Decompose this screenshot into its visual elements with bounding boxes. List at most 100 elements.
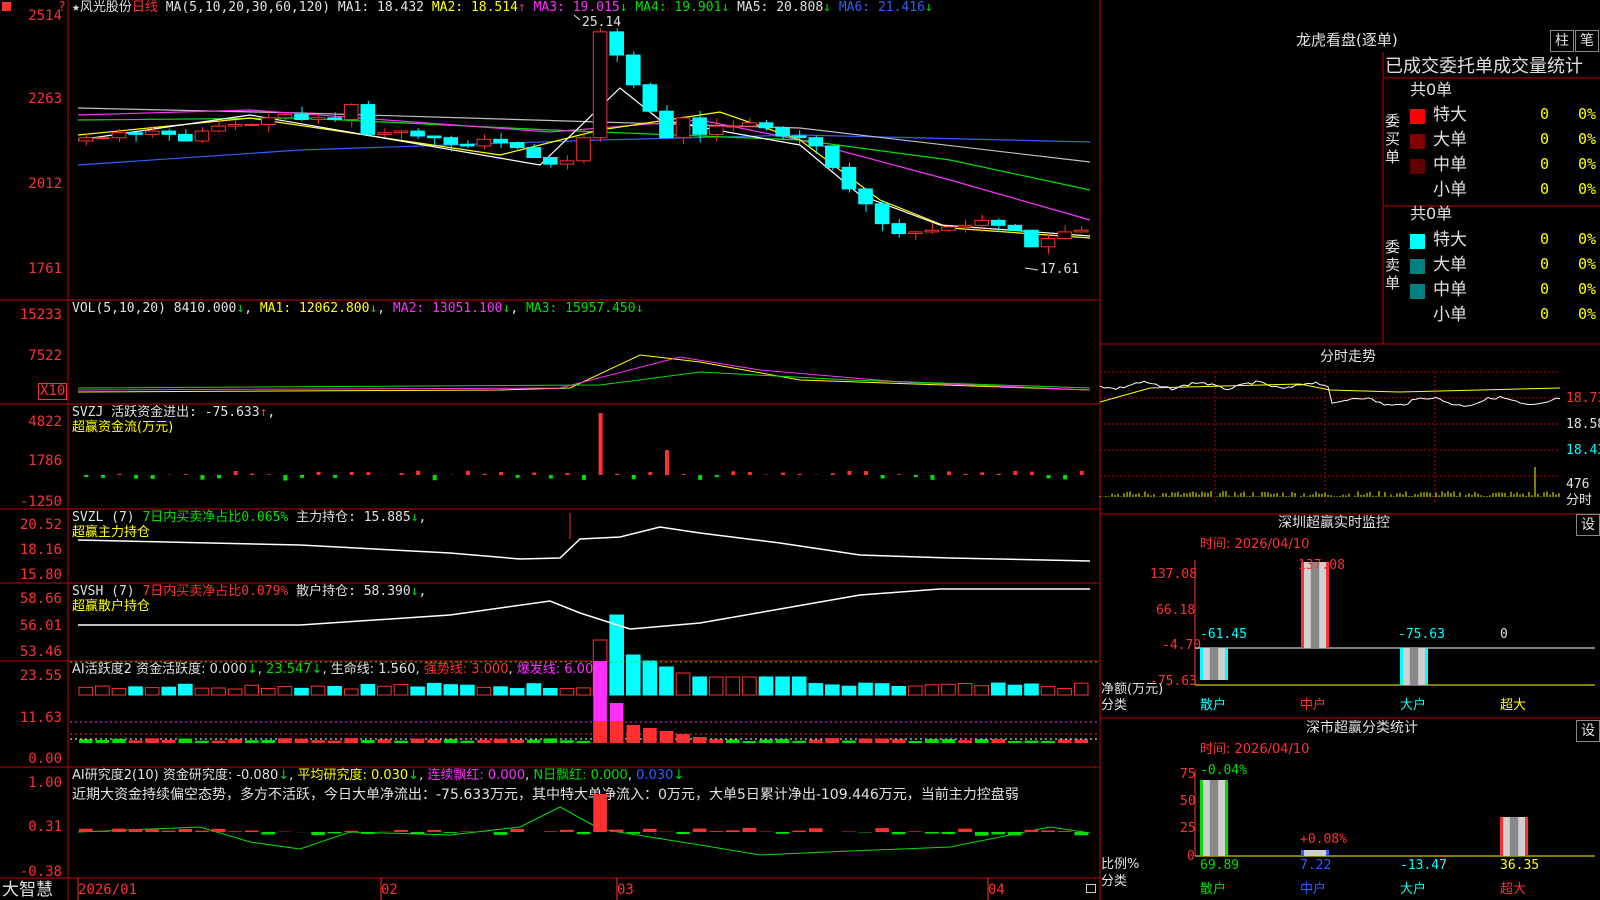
classify-bar [1301,850,1329,856]
lock-icon[interactable] [1086,884,1096,893]
monitor-bar-edge [1200,648,1203,680]
kline-chart[interactable] [0,0,1100,300]
lhb-row-pct: 0% [1578,105,1597,123]
research-bar [161,830,176,832]
volume-chart[interactable] [0,300,1100,696]
flow-bar [698,475,703,480]
monitor-settings-button[interactable]: 设 [1576,514,1600,536]
flow-bar [930,475,935,480]
lhb-row-value: 0 [1540,255,1550,273]
candle-body [1057,231,1072,240]
candle-body [858,188,873,205]
color-swatch [1410,234,1425,249]
research-bar [808,828,823,832]
flow-bar [465,470,470,475]
lhb-row-name: 特大 [1433,230,1467,250]
flow-bar [266,474,271,475]
flow-bar [134,475,139,479]
ai2-chart[interactable] [0,767,1100,879]
classify-settings-button[interactable]: 设 [1576,720,1600,742]
intraday-chart[interactable] [1099,371,1570,512]
lhb-row-name: 小单 [1433,305,1467,325]
classify-y-label: 比例% [1101,857,1140,872]
monitor-category-label: 大户 [1400,698,1427,713]
research-bar [394,830,408,832]
candle-body [360,104,376,135]
classify-bar-edge [1525,817,1528,856]
monitor-chart[interactable] [1194,560,1595,710]
lhb-row-value: 0 [1540,130,1550,148]
activity-bar [808,739,823,743]
monitor-category-label: 散户 [1200,698,1227,713]
classify-value-label: 36.35 [1500,858,1540,873]
lhb-row-name: 中单 [1433,155,1467,175]
research-bar [742,828,757,832]
flow-bar [117,473,122,475]
research-bar [593,794,607,832]
research-bar [775,832,790,834]
research-bar [244,830,259,832]
activity-bar [1041,740,1055,743]
candle-body [692,117,707,135]
activity-bar [576,740,591,743]
svzl-chart[interactable] [0,509,1100,589]
classify-bar-edge [1500,817,1503,856]
activity-bar [1074,739,1088,743]
candle-body [675,117,691,139]
research-bar [643,828,657,832]
activity-bar [95,739,110,743]
candle-body [526,147,542,159]
monitor-y-tick: 137.08 [1150,567,1197,582]
flow-bar [217,475,222,479]
research-bar [1041,830,1055,832]
flow-bar [349,471,354,475]
monitor-bar-shade [1209,648,1219,680]
activity-bar-base [609,721,624,743]
lhb-row-pct: 0% [1578,230,1597,248]
flow-bar [664,450,669,475]
candle-body [908,231,923,235]
candle-body [1073,229,1089,233]
svsh-chart[interactable] [0,583,1100,663]
flow-bar [532,472,537,475]
monitor-bar-edge [1400,648,1403,685]
lhb-bar-button[interactable]: 柱 [1550,30,1574,52]
candle-body [393,130,409,134]
lhb-row-name: 小单 [1433,180,1467,200]
color-swatch [1410,159,1425,174]
research-bar [925,832,939,834]
flow-bar [432,475,437,481]
activity-bar-base [593,721,607,743]
flow-bar [499,472,504,475]
research-bar [410,832,425,835]
activity-bar [410,738,425,743]
ai1-chart[interactable] [0,661,1100,767]
activity-bar [709,739,724,743]
monitor-value-label: 0 [1500,627,1508,642]
activity-bar [626,725,641,743]
activity-bar [460,740,475,743]
activity-bar [676,734,690,743]
candle-body [543,157,558,165]
research-bar [128,829,143,832]
intraday-title: 分时走势 [1320,349,1376,365]
monitor-bar-edge [1425,648,1428,685]
lhb-row-value: 0 [1540,280,1550,298]
lhb-tick-button[interactable]: 笔 [1575,30,1599,52]
svzj-chart[interactable] [0,404,1100,509]
candle-body [609,31,624,56]
retail-position-line [78,588,1090,630]
candle-body [194,130,210,142]
activity-bar [145,738,159,743]
research-bar [626,832,641,834]
sell-total: 共0单 [1410,204,1453,223]
candle-body [559,160,575,165]
buy-side-label: 委买单 [1385,112,1401,166]
lhb-row-pct: 0% [1578,305,1597,323]
candle-body [642,84,658,112]
activity-bar [891,739,906,743]
activity-bar [79,739,93,743]
research-bar [228,831,242,832]
activity-bar [726,739,740,743]
activity-bar [875,738,889,743]
